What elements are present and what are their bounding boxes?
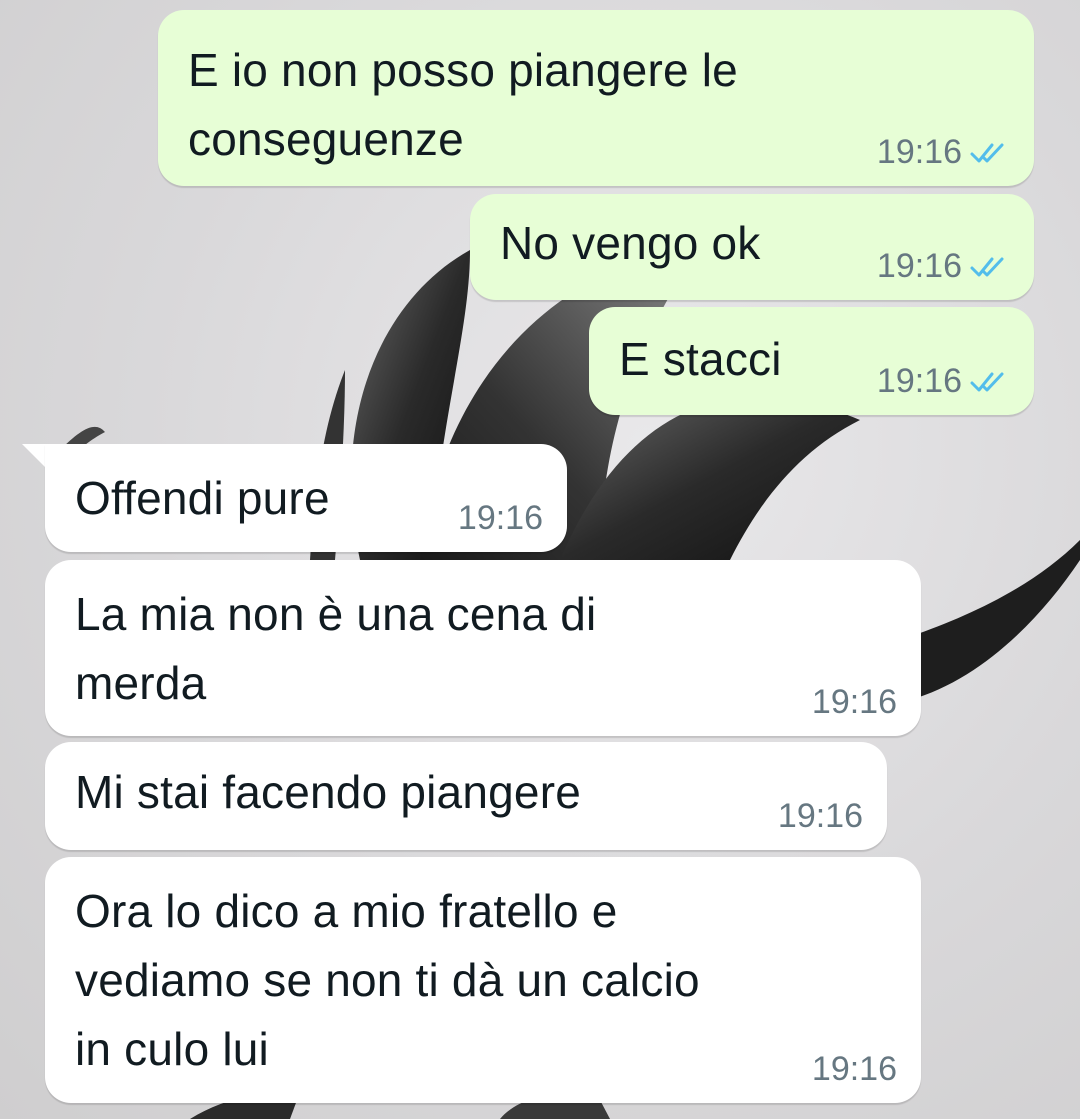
- incoming-message[interactable]: Mi stai facendo piangere 19:16: [45, 742, 887, 850]
- message-meta: 19:16: [877, 133, 1012, 172]
- message-time: 19:16: [777, 797, 863, 835]
- incoming-message[interactable]: La mia non è una cena di merda 19:16: [45, 560, 921, 736]
- message-line: Ora lo dico a mio fratello e: [75, 885, 618, 937]
- message-time: 19:16: [876, 362, 962, 400]
- message-time: 19:16: [876, 247, 962, 285]
- message-meta: 19:16: [778, 797, 863, 836]
- outgoing-message[interactable]: No vengo ok 19:16: [470, 194, 1034, 300]
- message-meta: 19:16: [812, 683, 897, 722]
- incoming-message[interactable]: Offendi pure 19:16: [45, 444, 567, 552]
- message-line: Mi stai facendo piangere: [75, 766, 581, 818]
- message-line: in culo lui: [75, 1023, 269, 1075]
- message-line: conseguenze: [188, 113, 464, 165]
- message-line: merda: [75, 657, 207, 709]
- message-time: 19:16: [811, 1050, 897, 1088]
- message-text: Mi stai facendo piangere: [75, 758, 581, 827]
- message-line: E io non posso piangere le: [188, 44, 738, 96]
- message-meta: 19:16: [812, 1050, 897, 1089]
- message-line: E stacci: [619, 333, 782, 385]
- message-time: 19:16: [811, 683, 897, 721]
- double-check-read-icon: [970, 143, 1004, 162]
- message-line: vediamo se non ti dà un calcio: [75, 954, 700, 1006]
- outgoing-message[interactable]: E stacci 19:16: [589, 307, 1034, 415]
- message-meta: 19:16: [458, 499, 543, 538]
- message-meta: 19:16: [877, 362, 1012, 401]
- message-text: Ora lo dico a mio fratello e vediamo se …: [75, 877, 700, 1084]
- incoming-message[interactable]: Ora lo dico a mio fratello e vediamo se …: [45, 857, 921, 1103]
- message-line: No vengo ok: [500, 217, 761, 269]
- message-time: 19:16: [876, 133, 962, 171]
- outgoing-message[interactable]: E io non posso piangere le conseguenze 1…: [158, 10, 1034, 186]
- message-text: E stacci: [619, 325, 782, 394]
- message-line: La mia non è una cena di: [75, 588, 597, 640]
- double-check-read-icon: [970, 372, 1004, 391]
- message-text: E io non posso piangere le conseguenze: [188, 36, 738, 174]
- message-text: No vengo ok: [500, 209, 760, 278]
- message-time: 19:16: [457, 499, 543, 537]
- message-meta: 19:16: [877, 247, 1012, 286]
- message-line: Offendi pure: [75, 472, 330, 524]
- double-check-read-icon: [970, 257, 1004, 276]
- message-text: Offendi pure: [75, 464, 330, 533]
- chat-conversation: E io non posso piangere le conseguenze 1…: [0, 0, 1080, 1119]
- message-text: La mia non è una cena di merda: [75, 580, 596, 718]
